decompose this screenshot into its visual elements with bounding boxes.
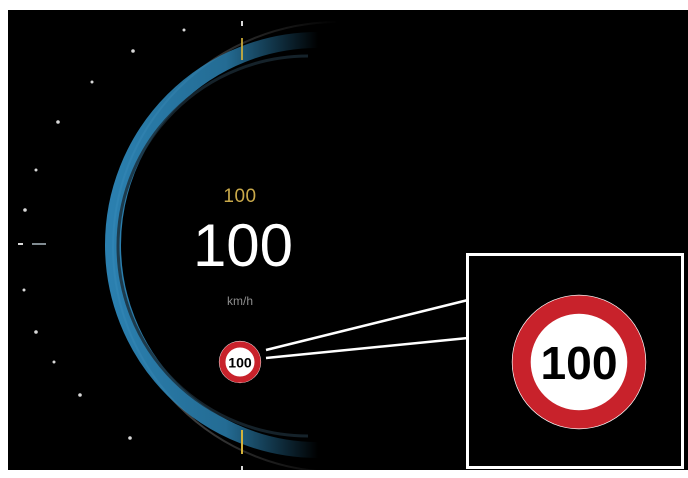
current-speed: 100 bbox=[192, 212, 294, 279]
speed-unit: km/h bbox=[226, 294, 253, 308]
speed-limit-value: 100 bbox=[228, 354, 252, 370]
gauge-top-marker bbox=[241, 38, 243, 60]
set-speed-value: 100 bbox=[223, 186, 257, 207]
gauge-left-marker bbox=[32, 243, 46, 245]
zoomed-speed-limit-value: 100 bbox=[540, 337, 617, 389]
zoomed-sign-panel: 100 bbox=[466, 253, 684, 469]
gauge-bottom-marker bbox=[241, 430, 243, 454]
speed-limit-sign-icon: 100 bbox=[218, 340, 262, 384]
speed-limit-sign-zoomed-icon: 100 bbox=[509, 292, 649, 432]
